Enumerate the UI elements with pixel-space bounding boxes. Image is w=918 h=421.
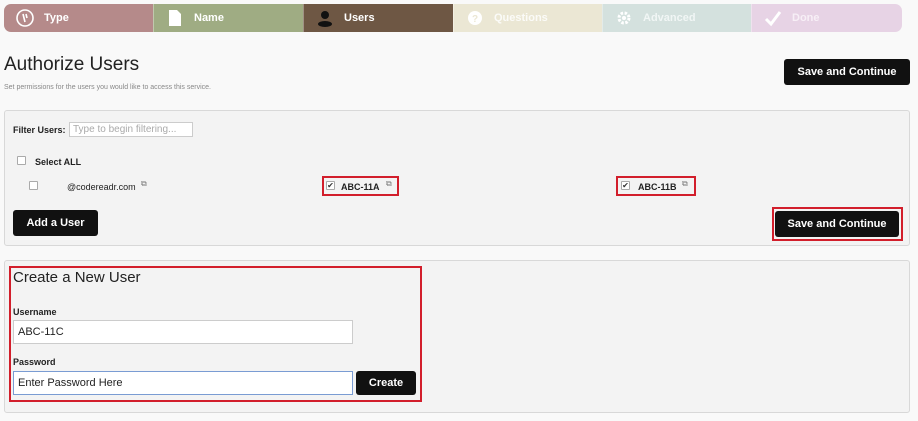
select-all-label: Select ALL xyxy=(35,157,82,167)
step-users[interactable]: Users xyxy=(303,4,453,32)
select-all-checkbox[interactable] xyxy=(17,156,26,165)
username-field[interactable] xyxy=(13,320,353,344)
gear-icon xyxy=(615,9,633,27)
svg-text:?: ? xyxy=(472,14,478,25)
document-icon xyxy=(166,9,184,27)
external-link-icon[interactable]: ⧉ xyxy=(141,179,147,189)
question-icon: ? xyxy=(466,9,484,27)
user-icon xyxy=(316,9,334,27)
password-field[interactable] xyxy=(13,371,353,395)
wizard-steps: Type Name Users ? Questions Advanced Don… xyxy=(4,4,902,32)
user-checkbox-abc-11b[interactable]: ✔ xyxy=(621,181,630,190)
step-label: Name xyxy=(194,12,224,24)
create-user-panel: Create a New User Username Password Crea… xyxy=(4,260,910,413)
username-label: Username xyxy=(13,307,57,317)
user-checkbox-codereadr[interactable] xyxy=(29,181,38,190)
step-label: Advanced xyxy=(643,12,696,24)
external-link-icon[interactable]: ⧉ xyxy=(682,179,688,189)
save-continue-button-bottom[interactable]: Save and Continue xyxy=(775,211,899,237)
users-panel: Filter Users: Select ALL @codereadr.com … xyxy=(4,110,910,246)
step-label: Questions xyxy=(494,12,548,24)
step-type[interactable]: Type xyxy=(4,4,153,32)
add-user-button[interactable]: Add a User xyxy=(13,210,98,236)
user-checkbox-abc-11a[interactable]: ✔ xyxy=(326,181,335,190)
type-icon xyxy=(16,9,34,27)
user-label-codereadr: @codereadr.com xyxy=(67,182,136,192)
user-label-abc-11a: ABC-11A xyxy=(341,182,380,192)
page-title: Authorize Users xyxy=(4,54,140,75)
step-label: Users xyxy=(344,12,375,24)
filter-users-input[interactable] xyxy=(69,122,193,137)
step-label: Type xyxy=(44,12,69,24)
filter-users-label: Filter Users: xyxy=(13,125,66,135)
external-link-icon[interactable]: ⧉ xyxy=(386,179,392,189)
step-questions[interactable]: ? Questions xyxy=(453,4,602,32)
check-icon xyxy=(764,9,782,27)
password-label: Password xyxy=(13,357,56,367)
step-done[interactable]: Done xyxy=(751,4,902,32)
create-button[interactable]: Create xyxy=(356,371,416,395)
create-user-title: Create a New User xyxy=(13,269,141,286)
step-label: Done xyxy=(792,12,820,24)
step-name[interactable]: Name xyxy=(153,4,303,32)
page-subtitle: Set permissions for the users you would … xyxy=(4,84,211,91)
step-advanced[interactable]: Advanced xyxy=(602,4,751,32)
save-continue-button-top[interactable]: Save and Continue xyxy=(784,59,910,85)
user-label-abc-11b: ABC-11B xyxy=(638,182,677,192)
